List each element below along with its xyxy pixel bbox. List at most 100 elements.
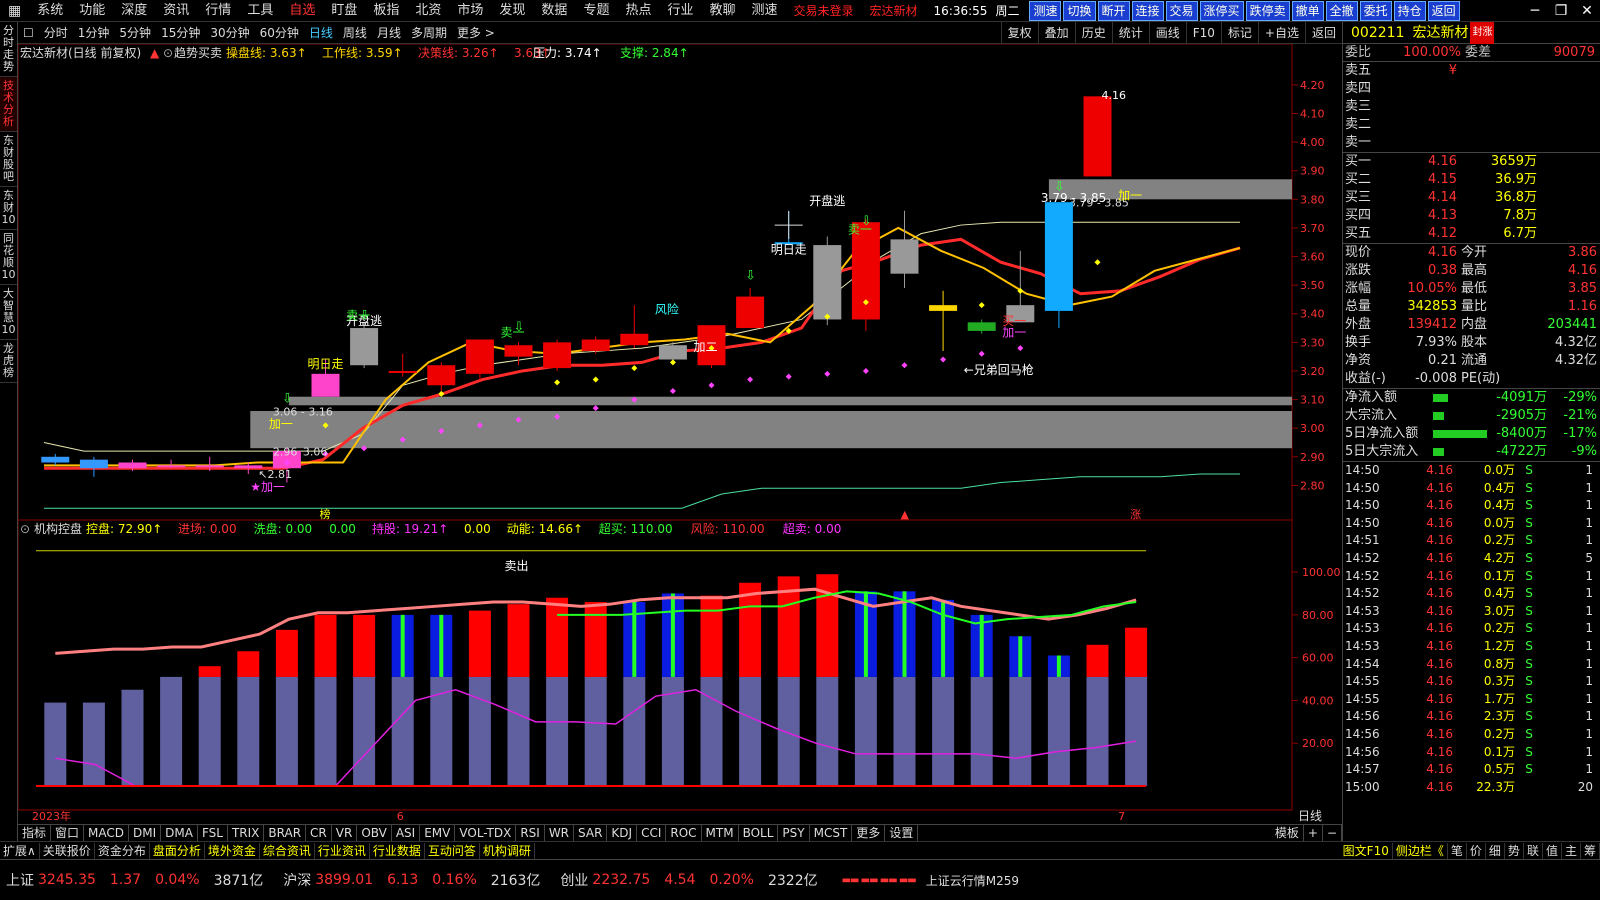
quick-button-3[interactable]: 连接 bbox=[1131, 0, 1164, 21]
chart-tool-2[interactable]: 历史 bbox=[1074, 21, 1112, 44]
candle-body[interactable] bbox=[620, 333, 649, 346]
quick-button-6[interactable]: 跌停卖 bbox=[1245, 0, 1290, 21]
candle-body[interactable] bbox=[427, 365, 456, 386]
candle-body[interactable] bbox=[1083, 96, 1112, 177]
side-tab-4[interactable]: 同花顺10 bbox=[0, 230, 17, 285]
period-3[interactable]: 15分钟 bbox=[156, 22, 205, 44]
period-0[interactable]: 分时 bbox=[39, 22, 73, 44]
ext-tab-3[interactable]: 盘面分析 bbox=[150, 842, 205, 859]
chart-tool-7[interactable]: +自选 bbox=[1257, 21, 1305, 44]
indicator-tab-17[interactable]: KDJ bbox=[607, 825, 638, 841]
close-icon[interactable]: ✕ bbox=[1574, 0, 1600, 22]
ext-right-tab-0[interactable]: 图文F10 bbox=[1340, 842, 1393, 859]
buy-order-row[interactable]: 买二 4.15 36.9万 bbox=[1343, 171, 1600, 189]
quick-button-9[interactable]: 委托 bbox=[1359, 0, 1392, 21]
ext-right-tab-8[interactable]: 主 bbox=[1562, 842, 1581, 859]
menu-item-14[interactable]: 热点 bbox=[617, 0, 659, 22]
candle-body[interactable] bbox=[736, 296, 765, 329]
candle-body[interactable] bbox=[41, 456, 70, 463]
indicator-tab-2[interactable]: MACD bbox=[84, 825, 130, 841]
quick-button-0[interactable]: 测速 bbox=[1029, 0, 1062, 21]
ext-tab-2[interactable]: 资金分布 bbox=[95, 842, 150, 859]
ext-tab-0[interactable]: 扩展∧ bbox=[0, 842, 40, 859]
sub-collapse-icon[interactable]: ⊙ bbox=[20, 522, 30, 536]
candle-body[interactable] bbox=[581, 339, 610, 351]
stock-warning[interactable]: 宏达新材 bbox=[862, 0, 926, 22]
quick-button-8[interactable]: 全撤 bbox=[1325, 0, 1358, 21]
indicator-tab-20[interactable]: MTM bbox=[702, 825, 739, 841]
ext-tab-8[interactable]: 互动问答 bbox=[425, 842, 480, 859]
chart-tool-0[interactable]: 复权 bbox=[1000, 21, 1038, 44]
indicator-tab-23[interactable]: MCST bbox=[810, 825, 853, 841]
indicator-tab-3[interactable]: DMI bbox=[129, 825, 162, 841]
ext-right-tab-4[interactable]: 细 bbox=[1486, 842, 1505, 859]
indicator-tab-1[interactable]: 窗口 bbox=[51, 825, 85, 841]
login-warning[interactable]: 交易未登录 bbox=[786, 0, 862, 22]
period-6[interactable]: 日线 bbox=[304, 22, 338, 44]
ext-right-tab-9[interactable]: 筹 bbox=[1581, 842, 1600, 859]
menu-item-8[interactable]: 板指 bbox=[365, 0, 407, 22]
candle-body[interactable] bbox=[504, 345, 533, 357]
index-quote-0[interactable]: 上证 3245.35 1.37 0.04% 3871亿 bbox=[0, 870, 277, 890]
collapse-icon[interactable]: ⊙ bbox=[163, 46, 173, 60]
chart-tool-3[interactable]: 统计 bbox=[1111, 21, 1149, 44]
candle-body[interactable] bbox=[388, 370, 417, 373]
ext-right-tab-3[interactable]: 价 bbox=[1467, 842, 1486, 859]
side-tab-1[interactable]: 技术分析 bbox=[0, 77, 17, 132]
candle-body[interactable] bbox=[813, 245, 842, 320]
buy-order-row[interactable]: 买四 4.13 7.8万 bbox=[1343, 207, 1600, 225]
candle-body[interactable] bbox=[465, 339, 494, 374]
indicator-tab-25[interactable]: 设置 bbox=[885, 825, 919, 841]
template-tool-1[interactable]: + bbox=[1304, 825, 1323, 841]
chart-tool-4[interactable]: 画线 bbox=[1148, 21, 1186, 44]
menu-item-0[interactable]: 系统 bbox=[29, 0, 71, 22]
indicator-tab-22[interactable]: PSY bbox=[778, 825, 810, 841]
chart-tool-5[interactable]: F10 bbox=[1185, 21, 1221, 44]
buy-order-row[interactable]: 买一 4.16 3659万 bbox=[1343, 153, 1600, 171]
candle-body[interactable] bbox=[79, 459, 108, 469]
candle-body[interactable] bbox=[350, 328, 379, 366]
quick-button-1[interactable]: 切换 bbox=[1063, 0, 1096, 21]
index-quote-1[interactable]: 沪深 3899.01 6.13 0.16% 2163亿 bbox=[277, 870, 554, 890]
quick-button-2[interactable]: 断开 bbox=[1097, 0, 1130, 21]
period-7[interactable]: 周线 bbox=[338, 22, 372, 44]
indicator-tab-8[interactable]: CR bbox=[306, 825, 332, 841]
period-8[interactable]: 月线 bbox=[372, 22, 406, 44]
period-5[interactable]: 60分钟 bbox=[255, 22, 304, 44]
ext-tab-4[interactable]: 境外资金 bbox=[205, 842, 260, 859]
ext-right-tab-1[interactable]: 侧边栏《 bbox=[1393, 842, 1448, 859]
index-quote-2[interactable]: 创业 2232.75 4.54 0.20% 2322亿 bbox=[554, 870, 831, 890]
sell-order-row[interactable]: 卖二 bbox=[1343, 116, 1600, 134]
indicator-tab-18[interactable]: CCI bbox=[637, 825, 667, 841]
indicator-tab-5[interactable]: FSL bbox=[198, 825, 228, 841]
chart-tool-6[interactable]: 标记 bbox=[1220, 21, 1258, 44]
menu-item-12[interactable]: 数据 bbox=[533, 0, 575, 22]
ext-tab-9[interactable]: 机构调研 bbox=[480, 842, 535, 859]
candle-body[interactable] bbox=[195, 465, 224, 468]
tick-list[interactable]: 14:50 4.16 0.0万 S 1 14:50 4.16 0.4万 S 1 14:50 4.16 0… bbox=[1343, 462, 1600, 796]
candle-body[interactable] bbox=[118, 462, 147, 469]
sell-order-row[interactable]: 卖一 bbox=[1343, 134, 1600, 152]
candle-body[interactable] bbox=[543, 342, 572, 369]
ext-right-tab-5[interactable]: 势 bbox=[1505, 842, 1524, 859]
period-2[interactable]: 5分钟 bbox=[114, 22, 156, 44]
quick-button-11[interactable]: 返回 bbox=[1427, 0, 1460, 21]
candle-body[interactable] bbox=[890, 239, 919, 274]
menu-item-1[interactable]: 功能 bbox=[71, 0, 113, 22]
period-9[interactable]: 多周期 bbox=[406, 22, 452, 44]
indicator-tab-21[interactable]: BOLL bbox=[739, 825, 779, 841]
candle-body[interactable] bbox=[967, 322, 996, 331]
menu-item-9[interactable]: 北资 bbox=[407, 0, 449, 22]
sell-order-row[interactable]: 卖三 bbox=[1343, 98, 1600, 116]
indicator-tab-4[interactable]: DMA bbox=[161, 825, 198, 841]
indicator-tab-6[interactable]: TRIX bbox=[228, 825, 265, 841]
quick-button-5[interactable]: 涨停买 bbox=[1199, 0, 1244, 21]
menu-item-6[interactable]: 自选 bbox=[281, 0, 323, 22]
menu-item-3[interactable]: 资讯 bbox=[155, 0, 197, 22]
indicator-tab-11[interactable]: ASI bbox=[392, 825, 421, 841]
menu-item-11[interactable]: 发现 bbox=[491, 0, 533, 22]
period-4[interactable]: 30分钟 bbox=[205, 22, 254, 44]
side-tab-6[interactable]: 龙虎榜 bbox=[0, 340, 17, 383]
indicator-tab-10[interactable]: OBV bbox=[357, 825, 392, 841]
menu-item-4[interactable]: 行情 bbox=[197, 0, 239, 22]
